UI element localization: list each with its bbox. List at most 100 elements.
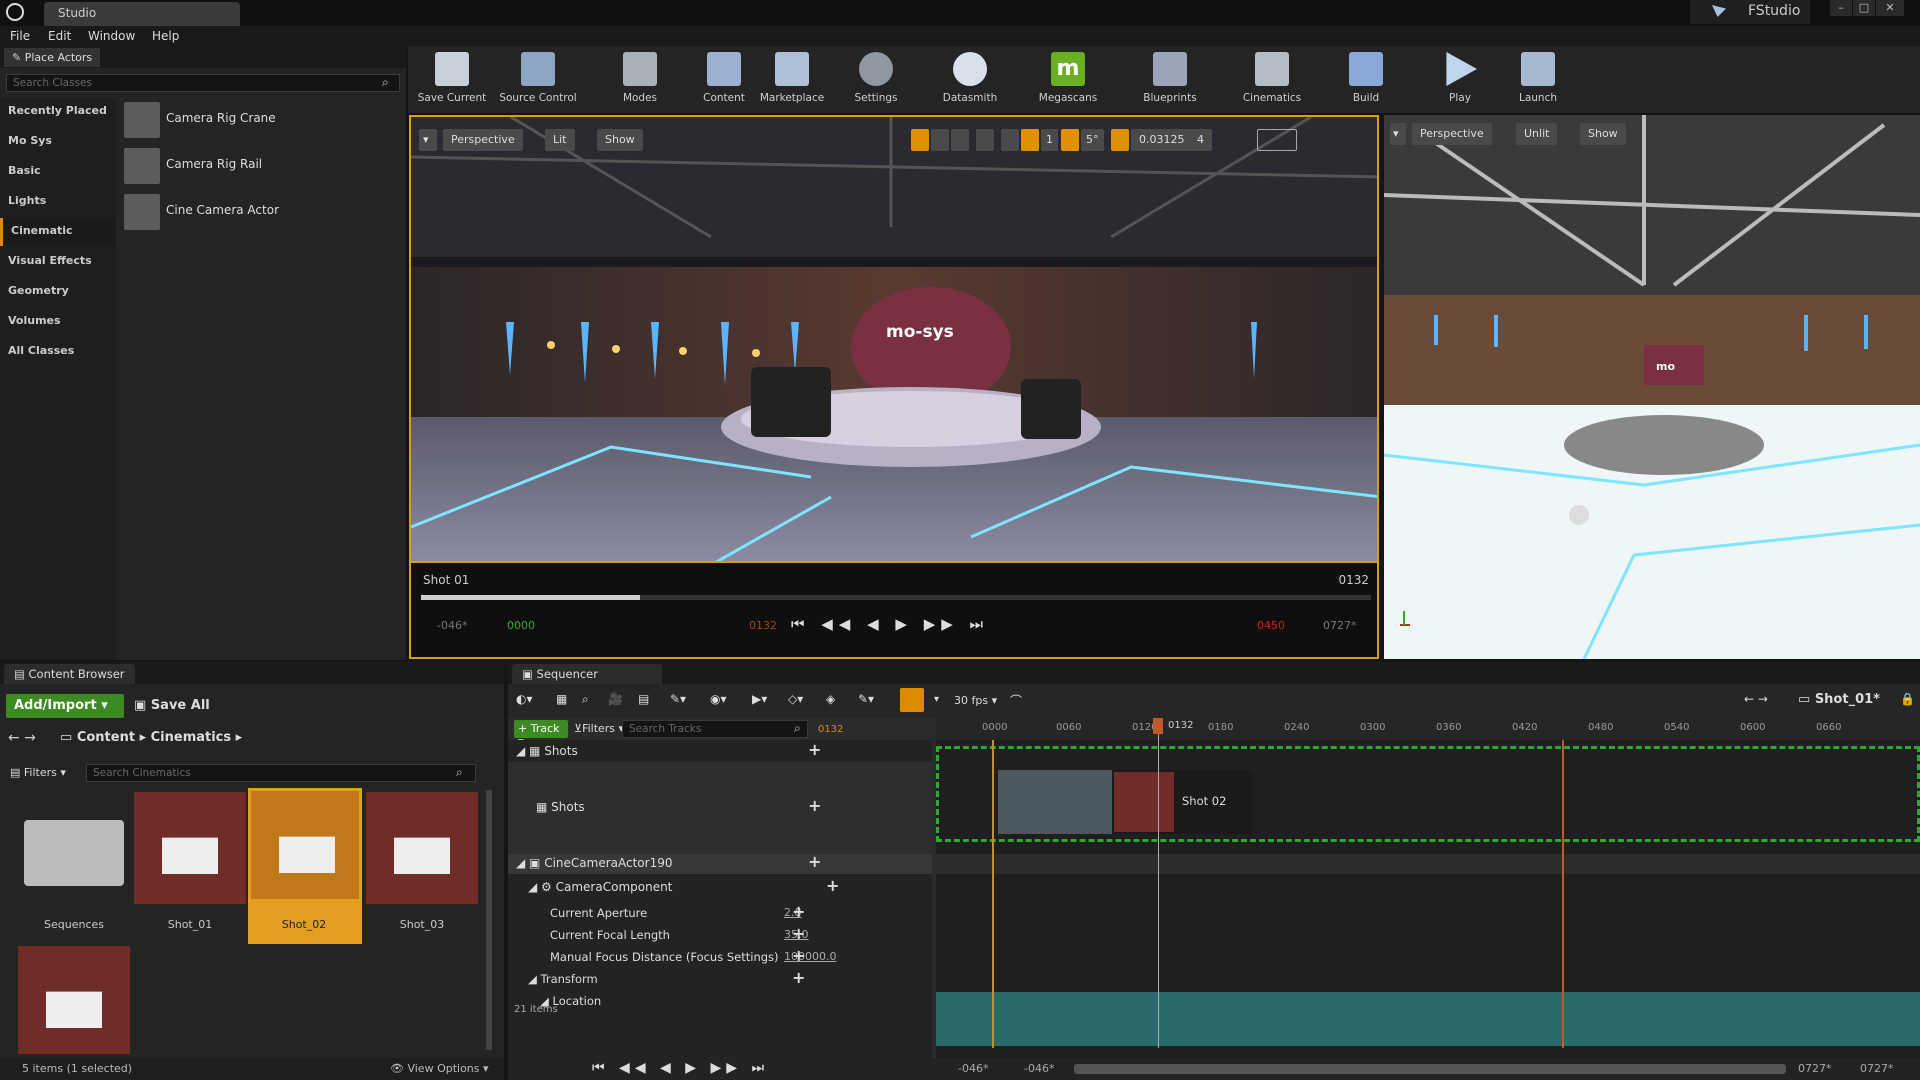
asset-shot-01[interactable]: Shot_01 bbox=[134, 792, 246, 942]
menu-file[interactable]: File bbox=[10, 29, 30, 43]
playback-options-icon[interactable]: ◉▾ bbox=[710, 692, 727, 714]
render-movie-icon[interactable]: 🎥 bbox=[608, 692, 623, 714]
content-browser-tab[interactable]: ▤ Content Browser bbox=[4, 664, 135, 684]
unreal-logo-icon[interactable] bbox=[6, 3, 24, 21]
rotation-snap-value[interactable]: 5° bbox=[1081, 129, 1104, 151]
menu-edit[interactable]: Edit bbox=[48, 29, 71, 43]
settings-button[interactable]: Settings bbox=[836, 48, 916, 112]
maximize-button[interactable]: □ bbox=[1853, 0, 1875, 16]
side-viewport[interactable]: mo ▾ Perspective Unlit Show bbox=[1384, 115, 1920, 659]
search-classes-input[interactable]: Search Classes bbox=[6, 74, 400, 92]
play-options-icon[interactable]: ▶▾ bbox=[752, 692, 767, 714]
grid-snap-icon[interactable] bbox=[1021, 129, 1039, 151]
actor-camera-rig-rail[interactable]: Camera Rig Rail bbox=[124, 144, 404, 188]
transform-section[interactable] bbox=[936, 992, 1920, 1046]
category-visual-effects[interactable]: Visual Effects bbox=[0, 248, 116, 276]
minimize-button[interactable]: – bbox=[1830, 0, 1852, 16]
modes-button[interactable]: Modes bbox=[600, 48, 680, 112]
scale-tool-icon[interactable] bbox=[951, 129, 969, 151]
scale-snap-value[interactable]: 0.03125 bbox=[1131, 129, 1193, 151]
curve-editor-icon[interactable]: ⌒ bbox=[1010, 692, 1022, 714]
actor-cine-camera[interactable]: Cine Camera Actor bbox=[124, 190, 404, 234]
maximize-viewport-icon[interactable] bbox=[1231, 129, 1249, 151]
place-actors-tab[interactable]: ✎ Place Actors bbox=[4, 48, 101, 67]
actor-camera-rig-crane[interactable]: Camera Rig Crane bbox=[124, 98, 404, 142]
category-basic[interactable]: Basic bbox=[0, 158, 116, 186]
surface-snap-icon[interactable] bbox=[1001, 129, 1019, 151]
category-volumes[interactable]: Volumes bbox=[0, 308, 116, 336]
asset-sequence-5[interactable] bbox=[18, 946, 130, 1056]
category-recently-placed[interactable]: Recently Placed bbox=[0, 98, 116, 126]
launch-button[interactable]: Launch bbox=[1498, 48, 1578, 112]
track-filters-button[interactable]: ⊻Filters ▾ bbox=[574, 722, 624, 735]
add-key-icon[interactable]: + bbox=[792, 968, 805, 987]
content-scrollbar[interactable] bbox=[486, 790, 492, 1050]
rotation-snap-icon[interactable] bbox=[1061, 129, 1079, 151]
camera-component-row[interactable]: ◢ ⚙ CameraComponent bbox=[528, 880, 948, 894]
range-start-field[interactable]: -046* bbox=[958, 1062, 988, 1075]
main-viewport[interactable]: mo-sys ▾ Perspective Lit Show 1 5° 0.031… bbox=[409, 115, 1379, 563]
asset-shot-02-selected[interactable]: Shot_02 bbox=[248, 788, 362, 944]
save-sequence-icon[interactable]: ▦ bbox=[556, 692, 567, 714]
asset-shot-03[interactable]: Shot_03 bbox=[366, 792, 478, 942]
nav-arrows-icon[interactable]: ← → bbox=[1744, 692, 1768, 714]
add-icon[interactable]: + bbox=[826, 876, 839, 895]
viewport-options-button[interactable]: ▾ bbox=[419, 129, 437, 151]
side-viewport-options-button[interactable]: ▾ bbox=[1390, 123, 1406, 145]
asset-sequences-folder[interactable]: Sequences bbox=[18, 792, 130, 942]
prop-focus-distance[interactable]: Manual Focus Distance (Focus Settings) bbox=[550, 950, 970, 964]
playhead-handle[interactable] bbox=[1153, 718, 1163, 734]
playback-end-marker[interactable] bbox=[1562, 740, 1564, 1048]
save-all-button[interactable]: ▣ Save All bbox=[134, 698, 210, 713]
edit-icon[interactable]: ✎▾ bbox=[858, 692, 874, 714]
add-key-icon[interactable]: + bbox=[792, 946, 805, 965]
grid-size-value[interactable]: 1 bbox=[1041, 129, 1058, 151]
world-icon[interactable]: ◐▾ bbox=[516, 692, 533, 714]
sequencer-tab[interactable]: ▣ Sequencer bbox=[512, 664, 662, 684]
path-cinematics[interactable]: Cinematics bbox=[151, 730, 232, 745]
translate-tool-icon[interactable] bbox=[911, 129, 929, 151]
play-button[interactable]: Play bbox=[1420, 48, 1500, 112]
time-ruler[interactable]: 0000 0060 0120 0180 0240 0300 0360 0420 … bbox=[936, 718, 1920, 740]
category-geometry[interactable]: Geometry bbox=[0, 278, 116, 306]
lock-icon[interactable]: 🔒 bbox=[1900, 692, 1915, 714]
category-mo-sys[interactable]: Mo Sys bbox=[0, 128, 116, 156]
filters-button[interactable]: ▤ Filters ▾ bbox=[10, 766, 66, 779]
add-track-button[interactable]: + Track ▾ bbox=[514, 720, 568, 748]
fps-dropdown[interactable]: 30 fps ▾ bbox=[954, 694, 997, 716]
cinematics-button[interactable]: Cinematics bbox=[1232, 48, 1312, 112]
snap-dropdown[interactable]: ▾ bbox=[934, 694, 939, 716]
unlit-button[interactable]: Unlit bbox=[1516, 123, 1558, 145]
add-icon[interactable]: + bbox=[808, 852, 821, 871]
world-local-icon[interactable] bbox=[976, 129, 994, 151]
track-transform[interactable]: ◢ Transform bbox=[528, 972, 948, 986]
view-start-field[interactable]: -046* bbox=[1024, 1062, 1054, 1075]
megascans-button[interactable]: m Megascans bbox=[1028, 48, 1108, 112]
marketplace-button[interactable]: Marketplace bbox=[752, 48, 832, 112]
category-cinematic[interactable]: Cinematic bbox=[0, 218, 116, 246]
prop-aperture[interactable]: Current Aperture bbox=[550, 906, 970, 920]
scale-snap-icon[interactable] bbox=[1111, 129, 1129, 151]
show-button[interactable]: Show bbox=[597, 129, 643, 151]
find-icon[interactable]: ⌕ bbox=[582, 692, 589, 714]
scrub-track[interactable] bbox=[421, 595, 1371, 600]
sequencer-transport-controls[interactable]: ⏮ ◀◀ ◀ ▶ ▶▶ ⏭ bbox=[592, 1060, 769, 1076]
source-control-button[interactable]: Source Control bbox=[498, 48, 578, 112]
blueprints-button[interactable]: Blueprints bbox=[1130, 48, 1210, 112]
view-end-field[interactable]: 0727* bbox=[1798, 1062, 1832, 1075]
timeline-scrollbar[interactable] bbox=[1074, 1064, 1786, 1074]
shot-02-clip[interactable]: Shot 02 bbox=[1112, 770, 1252, 834]
sequence-breadcrumb[interactable]: ▭ Shot_01* bbox=[1798, 692, 1880, 714]
path-content[interactable]: Content bbox=[77, 730, 135, 745]
build-button[interactable]: Build bbox=[1326, 48, 1406, 112]
playback-start-marker[interactable] bbox=[992, 740, 994, 1048]
search-tracks-input[interactable]: Search Tracks bbox=[622, 720, 808, 738]
camera-actor-lane[interactable] bbox=[936, 854, 1920, 874]
prop-focal-length[interactable]: Current Focal Length bbox=[550, 928, 970, 942]
menu-help[interactable]: Help bbox=[152, 29, 179, 43]
perspective-button[interactable]: Perspective bbox=[443, 129, 523, 151]
playhead-line[interactable] bbox=[1158, 722, 1159, 1048]
menu-window[interactable]: Window bbox=[88, 29, 135, 43]
layout-icon[interactable] bbox=[1257, 129, 1297, 151]
save-current-button[interactable]: Save Current bbox=[412, 48, 492, 112]
